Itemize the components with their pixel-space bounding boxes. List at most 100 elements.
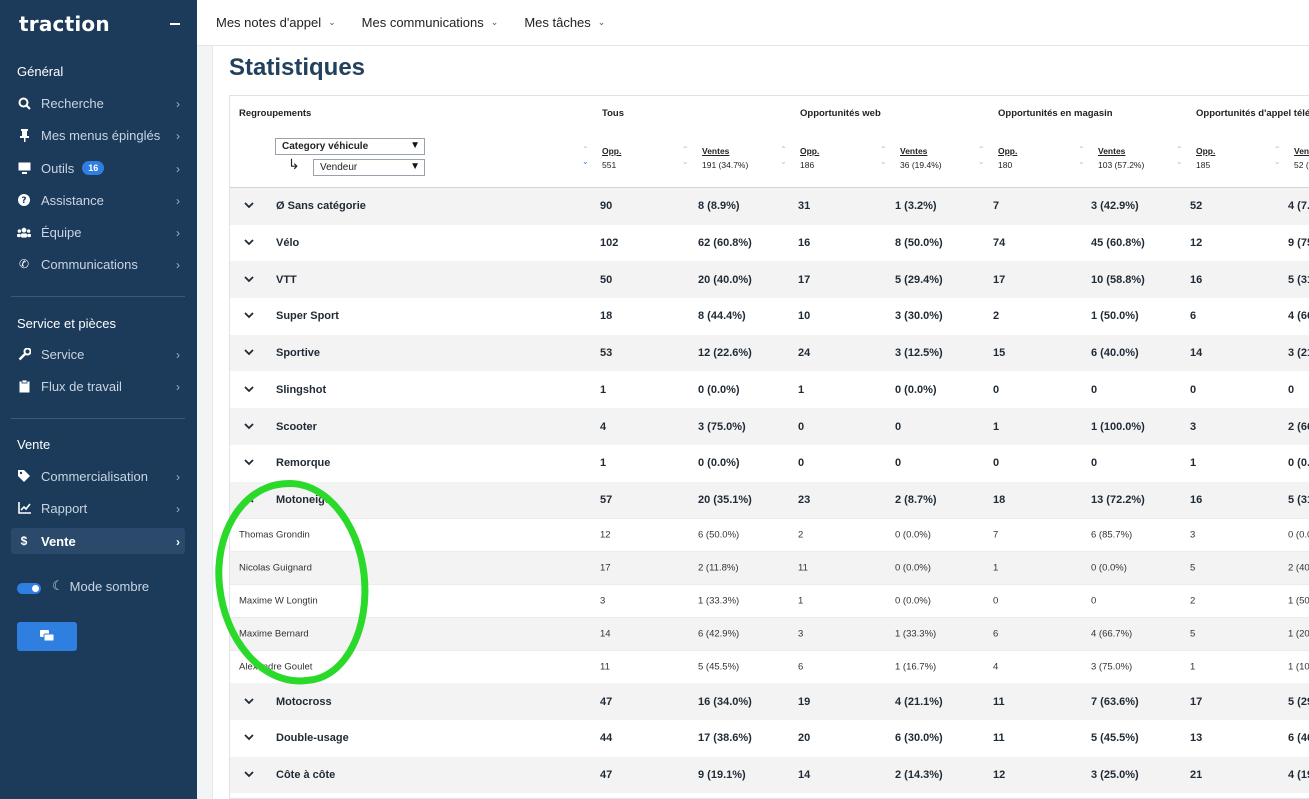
- dark-mode-text: Mode sombre: [69, 578, 150, 594]
- chevron-down-icon[interactable]: [244, 347, 254, 359]
- sales-cell: 2 (14.3%): [895, 769, 943, 782]
- chevron-down-icon[interactable]: [244, 732, 254, 744]
- column-sales[interactable]: Ventes 103 (57.2%): [1098, 144, 1144, 172]
- dark-mode-toggle[interactable]: [17, 583, 41, 594]
- subgroup-by-select[interactable]: Vendeur ▼: [313, 159, 425, 176]
- column-sales[interactable]: Ven 52 (: [1294, 144, 1309, 172]
- chat-button[interactable]: [17, 622, 77, 651]
- sidebar-item-workflow[interactable]: Flux de travail ›: [11, 373, 185, 399]
- chevron-down-icon[interactable]: [244, 457, 254, 469]
- table-group-row[interactable]: Vélo 102 62 (60.8%) 16 8 (50.0%) 74 45 (60.8%)…: [230, 225, 1309, 262]
- table-row: Nicolas Guignard 17 2 (11.8%) 11 0 (0.0%) 1 0 …: [230, 551, 1309, 585]
- chevron-down-icon[interactable]: [244, 274, 254, 286]
- column-sales[interactable]: Ventes 191 (34.7%): [702, 144, 748, 172]
- sales-cell: 6 (30.0%): [895, 732, 943, 745]
- opp-count-cell: 5: [1190, 562, 1196, 574]
- sort-icon[interactable]: ⌃ ⌄: [1274, 144, 1281, 168]
- category-label: Vélo: [276, 237, 300, 250]
- table-group-row[interactable]: Super Sport 18 8 (44.4%) 10 3 (30.0%) 2 1 (50.…: [230, 298, 1309, 335]
- sidebar-item-commercialisation[interactable]: Commercialisation ›: [11, 463, 185, 489]
- menu-communications[interactable]: Mes communications ⌄: [362, 15, 499, 30]
- sort-icon[interactable]: ⌃ ⌄: [682, 144, 689, 168]
- team-icon: [17, 225, 31, 239]
- sales-cell: 0 (0.0%): [698, 457, 740, 470]
- sidebar-item-communications[interactable]: ✆ Communications ›: [11, 251, 185, 277]
- opp-count-cell: 18: [600, 310, 613, 323]
- table-group-row[interactable]: VTT 50 20 (40.0%) 17 5 (29.4%) 17 10 (58.8%) 16…: [230, 261, 1309, 299]
- table-group-row[interactable]: Sportive 53 12 (22.6%) 24 3 (12.5%) 15 6 (40.0…: [230, 334, 1309, 372]
- table-group-row[interactable]: Côte à côte 47 9 (19.1%) 14 2 (14.3%) 12 3 (25…: [230, 756, 1309, 794]
- table-group-row[interactable]: Double-usage 44 17 (38.6%) 20 6 (30.0%) 11 5 (…: [230, 720, 1309, 757]
- chevron-down-icon[interactable]: [244, 384, 254, 396]
- sidebar-item-outils[interactable]: Outils 16 ›: [11, 155, 185, 181]
- sidebar-item-rapport[interactable]: Rapport ›: [11, 495, 185, 521]
- sidebar-item-pinned-menus[interactable]: Mes menus épinglés ›: [11, 122, 185, 148]
- traction-logo[interactable]: traction: [19, 12, 110, 36]
- column-sales[interactable]: Ventes 36 (19.4%): [900, 144, 942, 172]
- chevron-down-icon[interactable]: [244, 200, 254, 212]
- table-group-row[interactable]: Slingshot 1 0 (0.0%) 1 0 (0.0%) 0 0 0 0: [230, 372, 1309, 409]
- opp-count-cell: 6: [798, 661, 804, 673]
- chevron-down-icon[interactable]: [244, 421, 254, 433]
- sales-cell: 0: [895, 457, 902, 470]
- opp-count-cell: 52: [1190, 200, 1203, 213]
- opp-count-cell: 3: [798, 628, 804, 640]
- sidebar-item-service[interactable]: Service ›: [11, 341, 185, 367]
- column-opp[interactable]: Opp. 180: [998, 144, 1017, 172]
- table-group-row[interactable]: Remorque 1 0 (0.0%) 0 0 0 0 1 0 (0.0: [230, 445, 1309, 482]
- sidebar-item-assistance[interactable]: ? Assistance ›: [11, 187, 185, 213]
- column-label: Opp.: [998, 146, 1018, 156]
- opp-count-cell: 0: [993, 383, 1000, 396]
- opp-count-cell: 1: [993, 562, 999, 574]
- sales-cell: 1 (50.0%): [1091, 310, 1139, 323]
- sidebar-item-equipe[interactable]: Équipe ›: [11, 219, 185, 245]
- opp-count-cell: 90: [600, 200, 613, 213]
- chevron-right-icon: ›: [176, 194, 180, 208]
- sidebar-item-vente[interactable]: $ Vente ›: [11, 528, 185, 554]
- column-label: Opp.: [800, 146, 820, 156]
- opp-count-cell: 57: [600, 493, 613, 506]
- column-opp[interactable]: Opp. 551: [602, 144, 621, 172]
- table-group-row[interactable]: Scooter 4 3 (75.0%) 0 0 1 1 (100.0%) 3 2 (66: [230, 408, 1309, 445]
- menu-label: Mes tâches: [524, 15, 591, 30]
- column-total: 52 (: [1294, 160, 1309, 170]
- menu-call-notes[interactable]: Mes notes d'appel ⌄: [216, 15, 336, 30]
- sidebar-item-label: Équipe: [41, 224, 82, 240]
- category-label: Double-usage: [276, 732, 349, 745]
- menu-tasks[interactable]: Mes tâches ⌄: [524, 15, 605, 30]
- sales-cell: 0 (0.0%): [895, 595, 931, 607]
- sales-cell: 2 (8.7%): [895, 493, 937, 506]
- chevron-down-icon[interactable]: [244, 769, 254, 781]
- sort-icon[interactable]: ⌃ ⌄: [582, 144, 589, 168]
- column-opp[interactable]: Opp. 186: [800, 144, 819, 172]
- sort-icon[interactable]: ⌃ ⌄: [780, 144, 787, 168]
- chevron-down-icon[interactable]: [244, 237, 254, 249]
- sort-icon[interactable]: ⌃ ⌄: [880, 144, 887, 168]
- opp-count-cell: 1: [1190, 661, 1196, 673]
- chevron-right-icon: ›: [176, 226, 180, 240]
- column-opp[interactable]: Opp. 185: [1196, 144, 1215, 172]
- group-by-select[interactable]: Category véhicule ▼: [275, 138, 425, 155]
- table-group-row[interactable]: Motoneige 57 20 (35.1%) 23 2 (8.7%) 18 13 (72.…: [230, 481, 1309, 519]
- table-group-row[interactable]: Ø Sans catégorie 90 8 (8.9%) 31 1 (3.2%) 7 3 (…: [230, 188, 1309, 225]
- sales-cell: 5 (31: [1288, 273, 1309, 286]
- collapse-sidebar-icon[interactable]: [170, 23, 180, 25]
- phone-icon: ✆: [18, 257, 30, 271]
- chevron-up-icon[interactable]: [244, 494, 254, 506]
- category-label: Sportive: [276, 347, 321, 360]
- wrench-icon: [17, 347, 31, 361]
- table-group-row[interactable]: Motocross 47 16 (34.0%) 19 4 (21.1%) 11 7 (63.…: [230, 683, 1309, 720]
- sidebar-item-recherche[interactable]: Recherche ›: [11, 90, 185, 116]
- chevron-down-icon[interactable]: [244, 310, 254, 322]
- page-title: Statistiques: [229, 54, 366, 81]
- chevron-down-icon: ⌄: [490, 17, 499, 27]
- chevron-down-icon[interactable]: [244, 696, 254, 708]
- brand-bar: traction: [0, 0, 197, 48]
- dark-mode-label: ☾ Mode sombre: [52, 578, 149, 594]
- opp-count-cell: 47: [600, 695, 613, 708]
- opp-count-cell: 50: [600, 273, 613, 286]
- opp-count-cell: 12: [1190, 237, 1203, 250]
- sort-icon[interactable]: ⌃ ⌄: [978, 144, 985, 168]
- sort-icon[interactable]: ⌃ ⌄: [1176, 144, 1183, 168]
- sort-icon[interactable]: ⌃ ⌄: [1078, 144, 1085, 168]
